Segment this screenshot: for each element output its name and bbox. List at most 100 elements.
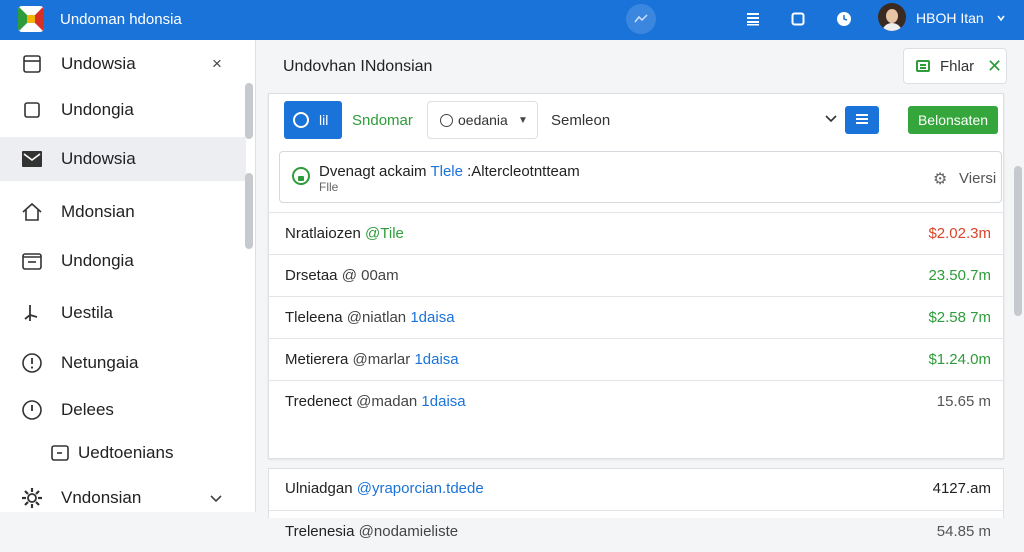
row-mention[interactable]: @niatlan 1daisa — [347, 309, 455, 326]
select-value: oedania — [458, 112, 508, 128]
link-icon — [293, 112, 309, 128]
primary-button-label: lil — [319, 112, 329, 128]
content-panel: lil Sndomar oedania ▼ Semleon Belonsaten… — [268, 93, 1004, 459]
chevron-down-icon[interactable] — [825, 112, 837, 126]
clock-icon[interactable] — [834, 9, 854, 29]
table-row[interactable]: Metierera @marlar 1daisa $1.24.0m — [269, 338, 1003, 380]
sidebar-item-2[interactable]: Undowsia — [0, 137, 246, 181]
row-mention-highlight: 1daisa — [414, 351, 459, 368]
user-name[interactable]: HBOH Itan — [916, 10, 984, 26]
inbox-icon — [20, 249, 44, 273]
notice-card: Dvenagt ackaim Tlele :Altercleotntteam F… — [279, 151, 1002, 203]
filter-label: Fhlar — [940, 57, 975, 75]
row-amount: $1.24.0m — [928, 351, 991, 368]
main-content: Undovhan INdonsian Fhlar ✕ lil Sndomar o… — [257, 40, 1024, 540]
content-panel-secondary: Ulniadgan @yraporcian.tdede 4127.am Trel… — [268, 468, 1004, 540]
window-icon — [20, 52, 44, 76]
sidebar-item-3[interactable]: Mdonsian — [0, 190, 246, 234]
primary-button[interactable]: lil — [284, 101, 342, 139]
square-icon — [20, 98, 44, 122]
list-icon — [856, 114, 868, 116]
sidebar-item-6[interactable]: Netungaia — [0, 341, 246, 385]
page-title: Undovhan INdonsian — [283, 58, 433, 75]
sidebar-item-label: Delees — [61, 400, 114, 419]
close-icon[interactable]: ✕ — [987, 56, 1002, 77]
row-mention-highlight: 1daisa — [421, 393, 466, 410]
notice-subtext: Flle — [319, 180, 339, 194]
table-row[interactable]: Ulniadgan @yraporcian.tdede 4127.am — [269, 468, 1003, 510]
sidebar-item-label: Undongia — [61, 100, 134, 119]
table-row[interactable]: Nratlaiozen @Tile $2.02.3m — [269, 212, 1003, 254]
row-amount: 23.50.7m — [928, 267, 991, 284]
row-mention[interactable]: @Tile — [365, 225, 404, 242]
sidebar: Undowsia × Undongia Undowsia Mdonsian Un… — [0, 40, 256, 512]
row-name: Nratlaiozen — [285, 225, 361, 242]
row-amount: $2.02.3m — [928, 225, 991, 242]
chevron-down-icon[interactable] — [210, 490, 222, 506]
sidebar-scrollbar-thumb[interactable] — [245, 173, 253, 249]
toolbar-select[interactable]: oedania ▼ — [427, 101, 538, 139]
sidebar-item-0[interactable]: Undowsia × — [0, 42, 246, 86]
chevron-down-icon: ▼ — [518, 114, 528, 126]
sidebar-scrollbar[interactable] — [245, 83, 253, 139]
row-mention[interactable]: @madan 1daisa — [356, 393, 465, 410]
top-bar: Undoman hdonsia HBOH Itan — [0, 0, 1024, 40]
action-button[interactable]: Belonsaten — [908, 106, 998, 134]
sidebar-item-8[interactable]: Uedtoenians — [0, 431, 246, 475]
sidebar-item-7[interactable]: Delees — [0, 388, 246, 432]
main-scrollbar-thumb[interactable] — [1014, 166, 1022, 316]
notice-action[interactable]: Viersi — [959, 170, 996, 187]
settings-icon — [20, 486, 44, 510]
table-row[interactable]: Tleleena @niatlan 1daisa $2.58 7m — [269, 296, 1003, 338]
folder-icon — [48, 441, 72, 465]
app-title: Undoman hdonsia — [60, 11, 182, 28]
sidebar-item-1[interactable]: Undongia — [0, 88, 246, 132]
row-mention[interactable]: @yraporcian.tdede — [357, 480, 484, 497]
row-amount: 15.65 m — [936, 393, 991, 410]
sidebar-item-label: Netungaia — [61, 353, 139, 372]
toolbar-link[interactable]: Sndomar — [352, 112, 413, 129]
sidebar-item-5[interactable]: Uestila — [0, 291, 246, 335]
table-row[interactable]: Trelenesia @nodamieliste 54.85 m — [269, 510, 1003, 552]
row-name: Tredenect — [285, 393, 352, 410]
row-amount: 54.85 m — [936, 523, 991, 540]
avatar[interactable] — [878, 3, 906, 31]
table-row[interactable]: Tredenect @madan 1daisa 15.65 m — [269, 380, 1003, 422]
row-mention[interactable]: @nodamieliste — [359, 523, 458, 540]
row-name: Trelenesia — [285, 523, 355, 540]
filter-button[interactable]: Fhlar ✕ — [903, 48, 1007, 84]
sidebar-item-4[interactable]: Undongia — [0, 239, 246, 283]
alert-icon — [20, 398, 44, 422]
sidebar-item-label: Mdonsian — [61, 202, 135, 221]
close-icon[interactable]: × — [212, 54, 222, 74]
pin-icon — [20, 301, 44, 325]
row-mention[interactable]: @ 00am — [342, 267, 399, 284]
window-icon[interactable] — [788, 9, 808, 29]
clock-icon — [440, 114, 453, 127]
row-mention[interactable]: @marlar 1daisa — [353, 351, 459, 368]
app-logo[interactable] — [18, 6, 44, 32]
gear-icon[interactable]: ⚙ — [933, 169, 947, 189]
sidebar-item-label: Vndonsian — [61, 488, 142, 507]
filter-icon — [916, 60, 930, 72]
search-input[interactable]: Semleon — [551, 112, 610, 129]
row-name: Ulniadgan — [285, 480, 353, 497]
table-row[interactable]: Drsetaa @ 00am 23.50.7m — [269, 254, 1003, 296]
row-mention-highlight: 1daisa — [410, 309, 455, 326]
menu-icon[interactable] — [743, 9, 763, 29]
sidebar-item-label: Undowsia — [61, 54, 136, 73]
list-view-button[interactable] — [845, 106, 879, 134]
collapse-icon[interactable] — [626, 4, 656, 34]
home-icon — [20, 200, 44, 224]
notice-tag[interactable]: Tlele — [430, 163, 463, 180]
sidebar-item-label: Undongia — [61, 251, 134, 270]
row-name: Drsetaa — [285, 267, 338, 284]
lock-icon — [292, 167, 310, 185]
row-amount: 4127.am — [932, 480, 991, 497]
chevron-down-icon[interactable] — [997, 8, 1005, 25]
mail-icon — [20, 147, 44, 171]
sidebar-item-label: Undowsia — [61, 149, 136, 168]
sidebar-item-label: Uedtoenians — [78, 443, 174, 462]
row-amount: $2.58 7m — [928, 309, 991, 326]
sidebar-item-9[interactable]: Vndonsian — [0, 476, 246, 520]
